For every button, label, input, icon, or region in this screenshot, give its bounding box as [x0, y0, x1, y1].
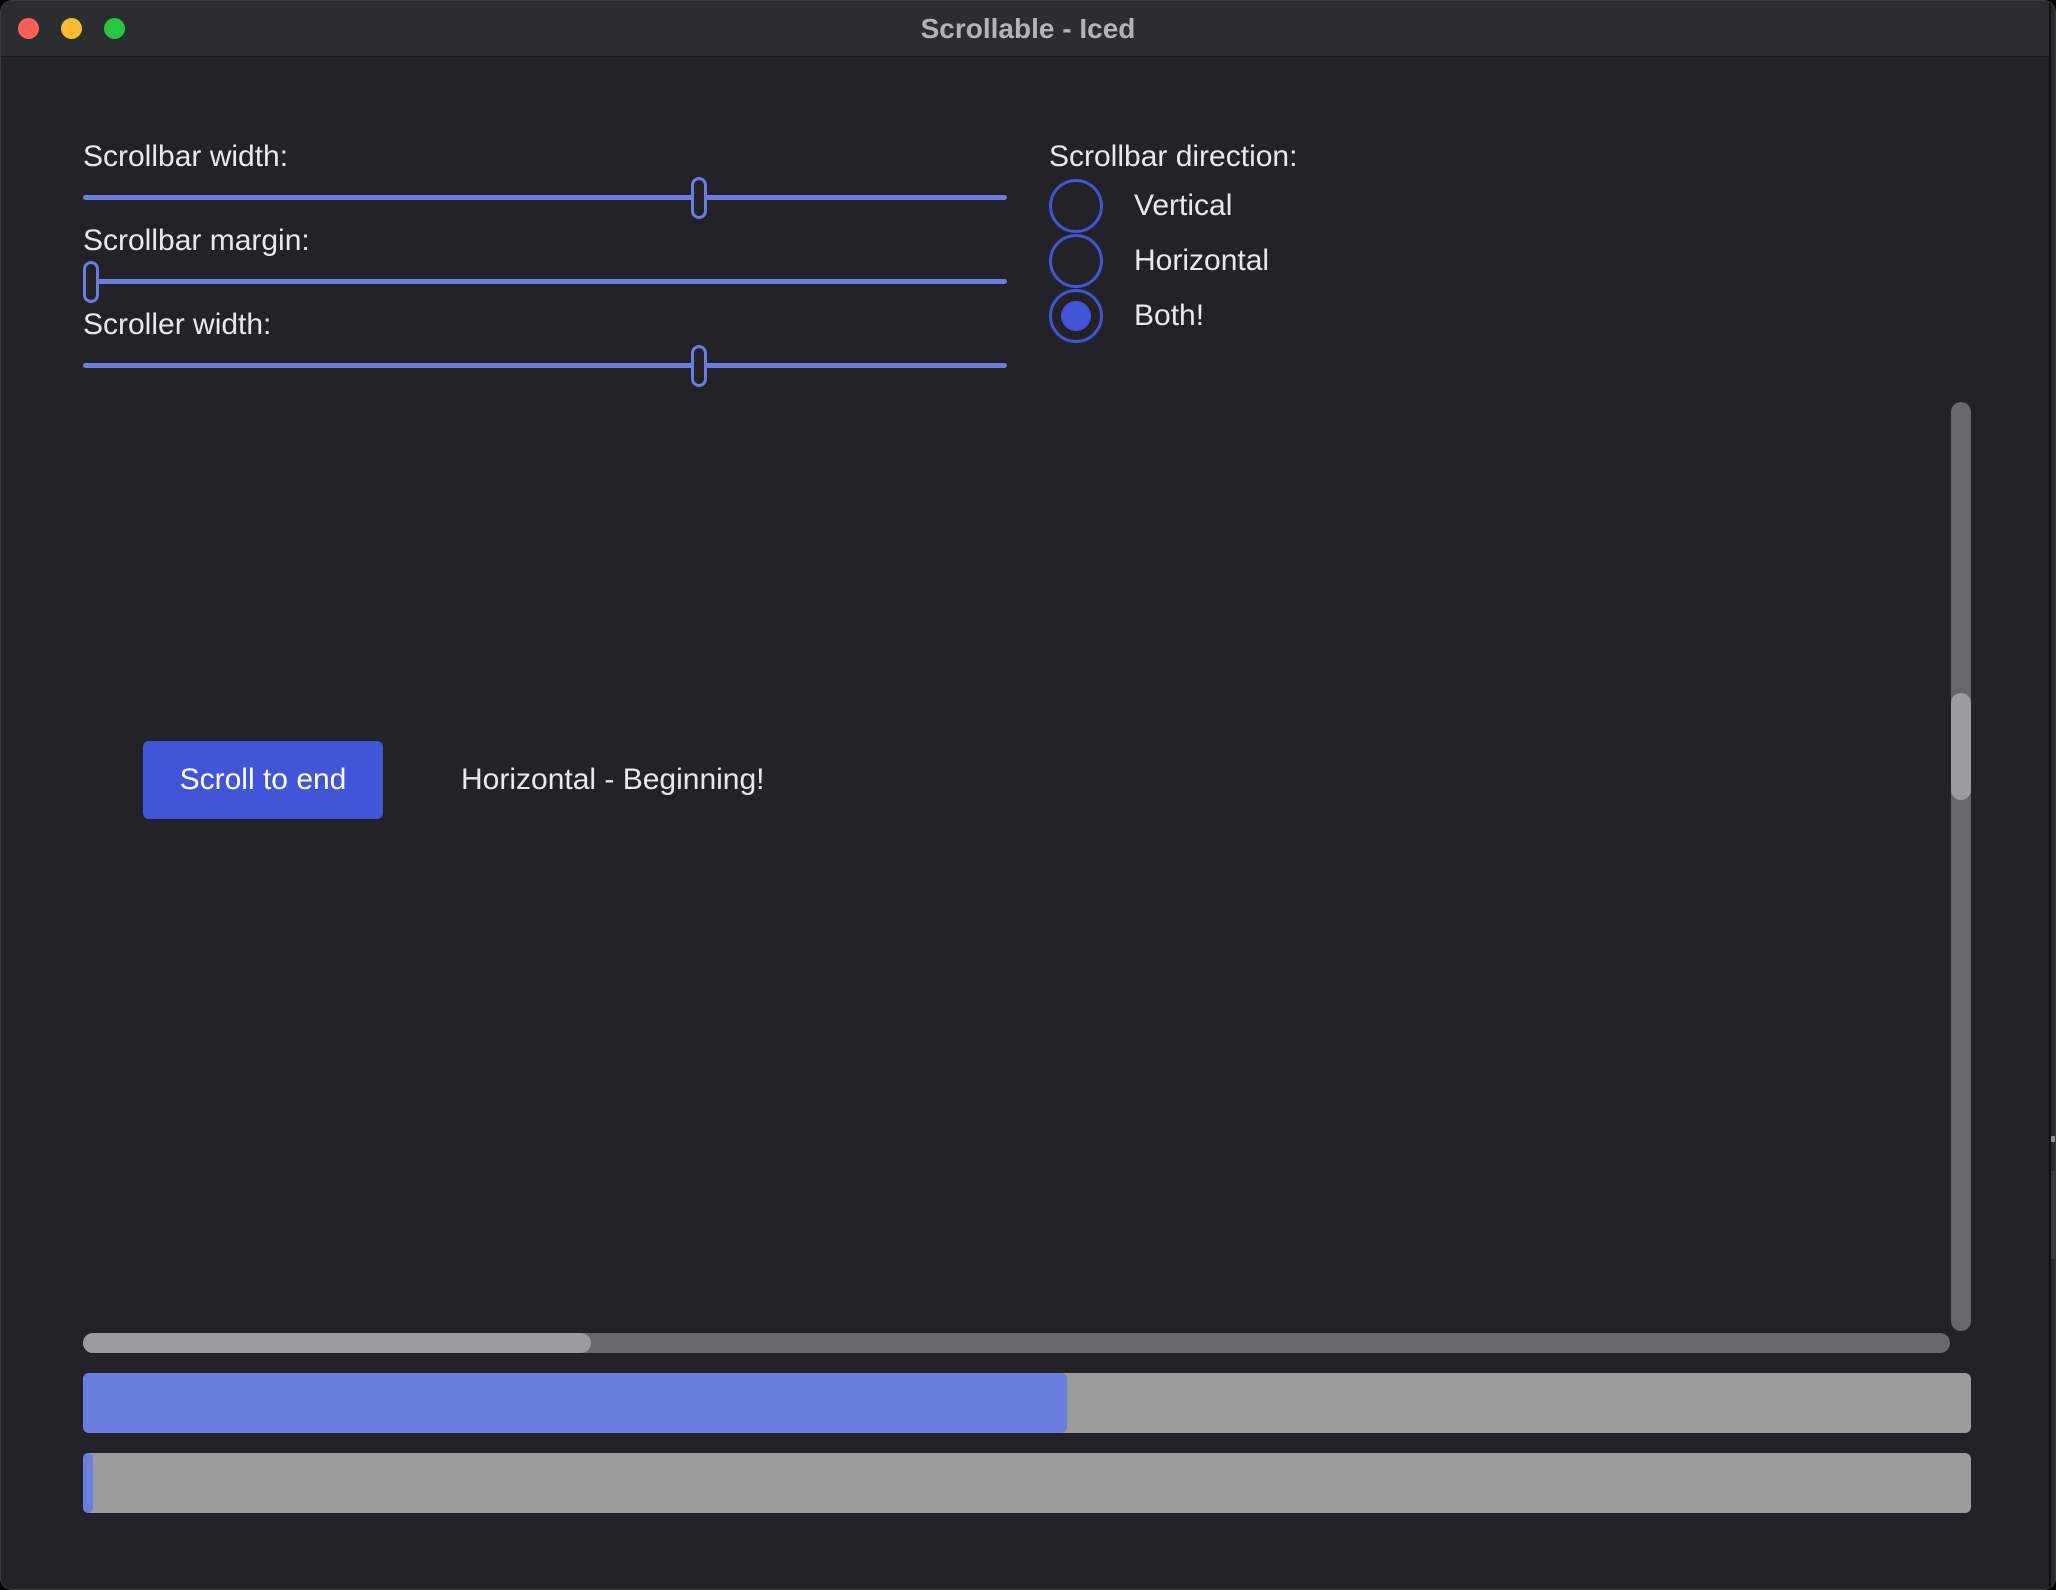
- vertical-progress-fill: [83, 1453, 93, 1513]
- scrollbar-margin-label: Scrollbar margin:: [83, 223, 310, 259]
- radio-label[interactable]: Horizontal: [1134, 244, 1269, 278]
- horizontal-progress-bar: [83, 1373, 1971, 1433]
- vertical-progress-bar: [83, 1453, 1971, 1513]
- radio-circle[interactable]: [1049, 179, 1103, 233]
- horizontal-scrollbar[interactable]: [83, 1333, 1950, 1353]
- radio-label[interactable]: Vertical: [1134, 189, 1232, 223]
- scrollbar-width-slider[interactable]: [83, 177, 1007, 219]
- scroll-status-text: Horizontal - Beginning!: [461, 741, 765, 819]
- window-edge-strip: [2051, 1, 2056, 1589]
- edge-scroller[interactable]: [2051, 1171, 2056, 1259]
- titlebar: Scrollable - Iced: [1, 1, 2055, 57]
- window-title: Scrollable - Iced: [1, 1, 2055, 57]
- radio-circle[interactable]: [1049, 289, 1103, 343]
- horizontal-progress-fill: [83, 1373, 1067, 1433]
- scroller-width-label: Scroller width:: [83, 307, 271, 343]
- app-window: Scrollable - Iced Scrollbar width: Scrol…: [0, 0, 2056, 1590]
- horizontal-scroller[interactable]: [83, 1333, 591, 1353]
- radio-dot: [1061, 301, 1091, 331]
- radio-option-both[interactable]: Both!: [1049, 289, 1204, 343]
- scrollbar-width-label: Scrollbar width:: [83, 139, 288, 175]
- slider-handle[interactable]: [83, 261, 99, 303]
- scroll-to-end-button[interactable]: Scroll to end: [143, 741, 383, 819]
- edge-notch: [2051, 1136, 2056, 1142]
- slider-handle[interactable]: [691, 177, 707, 219]
- scroller-width-slider[interactable]: [83, 345, 1007, 387]
- radio-option-horizontal[interactable]: Horizontal: [1049, 234, 1269, 288]
- vertical-scroller[interactable]: [1951, 693, 1971, 800]
- radio-option-vertical[interactable]: Vertical: [1049, 179, 1232, 233]
- vertical-scrollbar[interactable]: [1951, 402, 1971, 1331]
- scrollbar-margin-slider[interactable]: [83, 261, 1007, 303]
- radio-label[interactable]: Both!: [1134, 299, 1204, 333]
- scrollbar-direction-label: Scrollbar direction:: [1049, 139, 1297, 175]
- slider-handle[interactable]: [691, 345, 707, 387]
- radio-circle[interactable]: [1049, 234, 1103, 288]
